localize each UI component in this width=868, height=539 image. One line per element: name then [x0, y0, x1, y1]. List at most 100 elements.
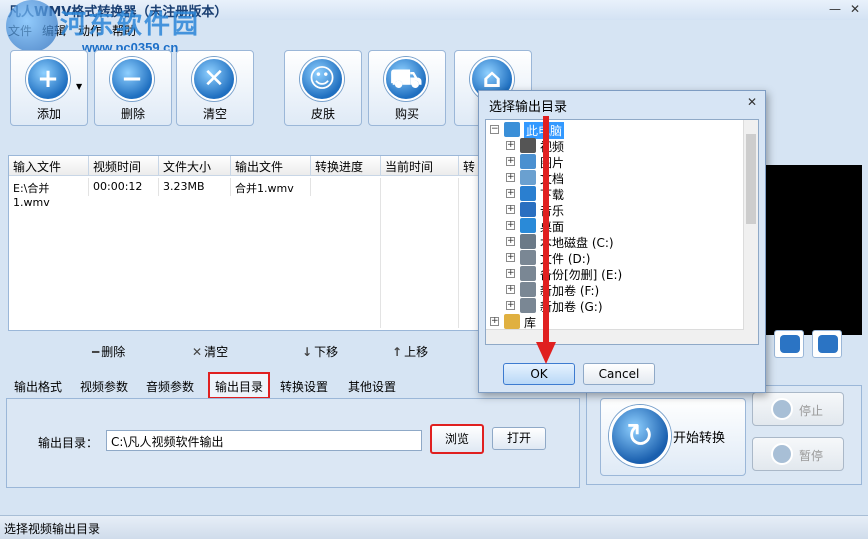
table-cell-file-size[interactable]: 3.23MB — [159, 178, 231, 196]
menu-help[interactable]: 帮助 — [112, 22, 136, 39]
open-folder-button[interactable]: 打开 — [492, 427, 546, 450]
expand-icon[interactable]: + — [506, 189, 515, 198]
expand-icon[interactable]: + — [506, 285, 515, 294]
output-directory-input[interactable]: C:\凡人视频软件输出 — [106, 430, 422, 451]
expand-icon[interactable]: + — [506, 173, 515, 182]
tree-node-label: 音乐 — [540, 204, 565, 218]
arrow-down-icon: ↓ — [302, 345, 313, 359]
music-folder-icon — [520, 202, 536, 217]
tab-audio-params[interactable]: 音频参数 — [146, 378, 194, 395]
drive-icon — [520, 282, 536, 297]
status-text: 选择视频输出目录 — [4, 522, 101, 536]
menu-action[interactable]: 动作 — [78, 22, 102, 39]
menu-edit[interactable]: 编辑 — [42, 22, 66, 39]
snapshot-button[interactable] — [774, 330, 804, 358]
column-header-output-file[interactable]: 输出文件 — [231, 156, 311, 176]
expand-icon[interactable]: + — [506, 269, 515, 278]
tree-node-label: 备份[勿删] (E:) — [540, 268, 623, 282]
tree-vertical-scrollbar[interactable] — [743, 120, 758, 344]
table-cell-video-time[interactable]: 00:00:12 — [89, 178, 159, 196]
column-header-current-time[interactable]: 当前时间 — [381, 156, 459, 176]
window-title: 凡人WMV格式转换器（未注册版本） — [8, 5, 228, 20]
skin-button[interactable]: ☺ 皮肤 — [284, 50, 362, 126]
desktop-folder-icon — [520, 218, 536, 233]
buy-button[interactable]: ⛟ 购买 — [368, 50, 446, 126]
cancel-button[interactable]: Cancel — [583, 363, 655, 385]
table-cell-current-time[interactable] — [381, 178, 459, 328]
smiley-icon: ☺ — [300, 57, 344, 101]
tree-node-label: 图片 — [540, 156, 565, 170]
column-header-file-size[interactable]: 文件大小 — [159, 156, 231, 176]
move-up-button[interactable]: ↑ 上移 — [392, 343, 428, 360]
expand-icon[interactable]: + — [506, 221, 515, 230]
stop-button[interactable]: 停止 — [752, 392, 844, 426]
tab-conversion-settings[interactable]: 转换设置 — [280, 378, 328, 395]
expand-icon[interactable]: + — [506, 141, 515, 150]
add-dropdown-arrow-icon[interactable]: ▼ — [76, 82, 82, 91]
column-header-progress[interactable]: 转换进度 — [311, 156, 381, 176]
plus-icon: + — [26, 57, 70, 101]
move-up-label: 上移 — [404, 345, 429, 359]
minimize-button[interactable]: — — [826, 0, 844, 18]
video-folder-icon — [520, 138, 536, 153]
drive-icon — [520, 266, 536, 281]
expand-icon[interactable]: + — [506, 205, 515, 214]
stop-label: 停止 — [799, 404, 824, 418]
stop-icon — [771, 398, 793, 420]
pause-label: 暂停 — [799, 449, 824, 463]
library-icon — [504, 314, 520, 329]
clear-button-label: 清空 — [202, 107, 227, 121]
expand-icon[interactable]: + — [506, 253, 515, 262]
pause-button[interactable]: 暂停 — [752, 437, 844, 471]
expand-icon[interactable]: + — [506, 237, 515, 246]
list-clear-button[interactable]: ✕ 清空 — [192, 343, 228, 360]
tree-node-label: 此电脑 — [524, 122, 565, 139]
camera-icon — [780, 335, 800, 353]
file-list-table[interactable]: 输入文件 视频时间 文件大小 输出文件 转换进度 当前时间 转换 E:\合并1.… — [8, 155, 483, 331]
tree-node-label: 新加卷 (G:) — [540, 300, 603, 314]
expand-icon[interactable]: + — [506, 301, 515, 310]
tab-other-settings[interactable]: 其他设置 — [348, 378, 396, 395]
select-output-directory-dialog: 选择输出目录 ✕ − 此电脑 + 视频 + 图片 + 文档 + 下载 + 音乐 + 桌面 + 本地磁盘 (C:… — [478, 90, 766, 393]
folder-icon — [818, 335, 838, 353]
column-header-video-time[interactable]: 视频时间 — [89, 156, 159, 176]
delete-button[interactable]: − 删除 — [94, 50, 172, 126]
menu-file[interactable]: 文件 — [8, 22, 32, 39]
expand-icon[interactable]: + — [506, 157, 515, 166]
minus-small-icon: ━ — [92, 345, 100, 359]
expand-icon[interactable]: + — [490, 317, 499, 326]
title-bar: 凡人WMV格式转换器（未注册版本） — ✕ — [0, 0, 868, 20]
browse-button[interactable]: 浏览 — [430, 424, 484, 454]
folder-tree[interactable]: − 此电脑 + 视频 + 图片 + 文档 + 下载 + 音乐 + 桌面 + 本地磁盘 (C:) + 文件 (D:)… — [485, 119, 759, 345]
skin-button-label: 皮肤 — [310, 107, 335, 121]
start-conversion-button[interactable]: ↻ 开始转换 — [600, 398, 746, 476]
tab-output-format[interactable]: 输出格式 — [14, 378, 62, 395]
clear-button[interactable]: ✕ 清空 — [176, 50, 254, 126]
tree-node-label: 桌面 — [540, 220, 565, 234]
column-header-input-file[interactable]: 输入文件 — [9, 156, 89, 176]
dialog-title: 选择输出目录 — [489, 100, 568, 115]
buy-button-label: 购买 — [394, 107, 419, 121]
video-preview — [760, 165, 862, 335]
dialog-close-button[interactable]: ✕ — [745, 95, 759, 109]
minus-icon: − — [110, 57, 154, 101]
close-window-button[interactable]: ✕ — [846, 0, 864, 18]
refresh-arrow-icon: ↻ — [609, 405, 671, 467]
tab-output-directory[interactable]: 输出目录 — [208, 372, 271, 399]
scrollbar-thumb[interactable] — [746, 134, 756, 224]
menu-bar: 文件 编辑 动作 帮助 — [0, 20, 868, 40]
tab-video-params[interactable]: 视频参数 — [80, 378, 128, 395]
output-directory-label: 输出目录： — [38, 436, 99, 450]
ok-button[interactable]: OK — [503, 363, 575, 385]
collapse-icon[interactable]: − — [490, 125, 499, 134]
status-bar: 选择视频输出目录 — [0, 515, 868, 539]
table-cell-progress[interactable] — [311, 178, 381, 328]
list-delete-button[interactable]: ━ 删除 — [92, 343, 125, 360]
table-cell-output-file[interactable]: 合并1.wmv — [231, 178, 311, 196]
move-down-button[interactable]: ↓ 下移 — [302, 343, 338, 360]
tree-node-label: 文件 (D:) — [540, 252, 591, 266]
open-snapshot-folder-button[interactable] — [812, 330, 842, 358]
tree-horizontal-scrollbar[interactable] — [486, 329, 744, 344]
table-cell-input-file[interactable]: E:\合并1.wmv — [9, 178, 89, 209]
x-small-icon: ✕ — [192, 345, 203, 359]
